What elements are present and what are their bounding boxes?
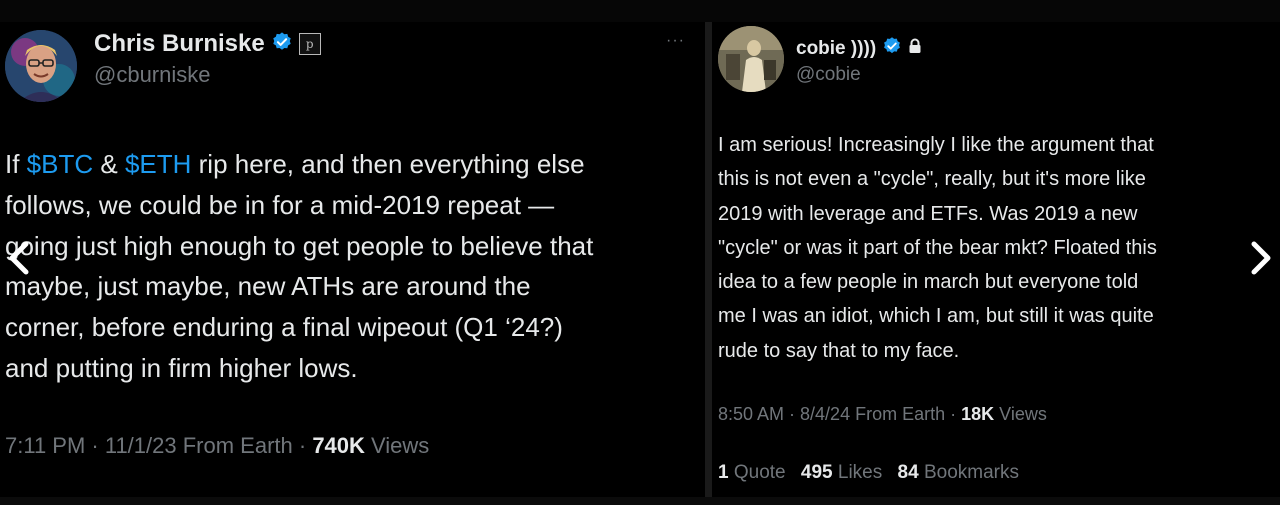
avatar-photo-icon xyxy=(718,26,784,92)
top-strip xyxy=(0,0,1280,22)
verified-badge-icon xyxy=(882,36,902,61)
more-options-icon[interactable]: ··· xyxy=(666,32,685,50)
author-name[interactable]: Chris Burniske xyxy=(94,30,265,58)
tweet-meta: 7:11 PM · 11/1/23 From Earth · 740K View… xyxy=(5,433,429,459)
views-label: Views xyxy=(364,433,430,458)
quotes-count: 1 xyxy=(718,462,729,483)
bookmarks-stat[interactable]: 84 Bookmarks xyxy=(898,462,1019,483)
tweet-meta: 8:50 AM · 8/4/24 From Earth · 18K Views xyxy=(718,404,1047,425)
tweet-text-segment: rip here, and then everything else follo… xyxy=(5,149,594,383)
views-label: Views xyxy=(994,404,1047,424)
quotes-stat[interactable]: 1 Quote xyxy=(718,462,786,483)
tweet-text-segment: & xyxy=(93,149,125,179)
quotes-label: Quote xyxy=(728,462,786,483)
affiliate-badge-icon[interactable]: p xyxy=(298,33,321,55)
tweet-timestamp[interactable]: 8:50 AM · 8/4/24 From Earth · xyxy=(718,404,961,424)
bookmarks-label: Bookmarks xyxy=(918,462,1019,483)
bottom-strip xyxy=(0,497,1280,505)
verified-badge-icon xyxy=(271,31,293,58)
protected-lock-icon xyxy=(908,38,922,59)
tweet-body: I am serious! Increasingly I like the ar… xyxy=(718,134,1157,362)
tweet-timestamp[interactable]: 7:11 PM · 11/1/23 From Earth · xyxy=(5,433,312,458)
avatar-portrait-icon xyxy=(5,30,77,102)
likes-label: Likes xyxy=(832,462,883,483)
chevron-right-icon[interactable] xyxy=(1242,238,1278,278)
likes-count: 495 xyxy=(800,462,833,483)
tweet-card-left: Chris Burniske p @cburniske ··· If $BTC … xyxy=(0,22,705,497)
author-name[interactable]: cobie )))) xyxy=(796,38,876,60)
tweet-text-segment: If xyxy=(5,149,27,179)
likes-stat[interactable]: 495 Likes xyxy=(801,462,882,483)
tweet-body: If $BTC & $ETH rip here, and then everyt… xyxy=(5,144,700,389)
tweet-card-right: cobie )))) @cobie I am serious! Increasi… xyxy=(712,22,1280,497)
views-count: 18K xyxy=(961,404,995,424)
author-handle[interactable]: @cburniske xyxy=(94,62,211,88)
author-row: cobie )))) xyxy=(796,36,922,61)
author-handle[interactable]: @cobie xyxy=(796,64,861,86)
chevron-left-icon[interactable] xyxy=(2,238,38,278)
views-count: 740K xyxy=(312,433,365,458)
tweet-divider xyxy=(705,22,712,497)
avatar[interactable] xyxy=(5,30,77,102)
bookmarks-count: 84 xyxy=(897,462,919,483)
avatar[interactable] xyxy=(718,26,784,92)
cashtag-btc-link[interactable]: $BTC xyxy=(27,149,93,179)
cashtag-eth-link[interactable]: $ETH xyxy=(125,149,191,179)
author-row: Chris Burniske p xyxy=(94,30,321,58)
engagement-stats: 1 Quote 495 Likes 84 Bookmarks xyxy=(718,462,1019,484)
